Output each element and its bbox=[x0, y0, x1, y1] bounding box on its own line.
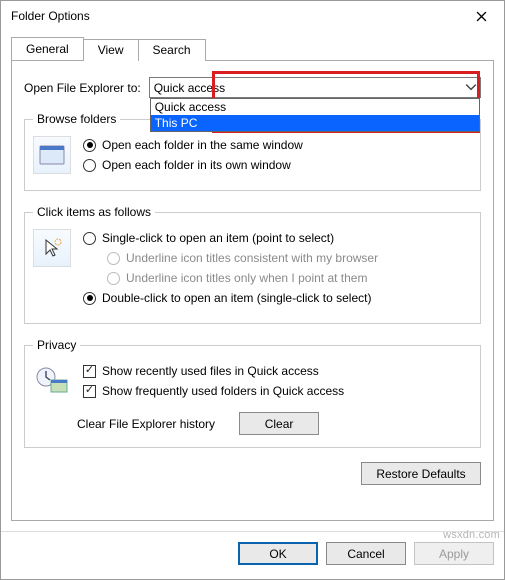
clear-button[interactable]: Clear bbox=[239, 412, 319, 435]
radio-single-click[interactable] bbox=[83, 232, 96, 245]
open-explorer-dropdown: Quick access This PC bbox=[150, 98, 480, 132]
radio-same-window-label: Open each folder in the same window bbox=[102, 138, 303, 152]
titlebar: Folder Options bbox=[1, 1, 504, 31]
group-click-items: Click items as follows Single-click to o… bbox=[24, 205, 481, 324]
radio-own-window-label: Open each folder in its own window bbox=[102, 158, 291, 172]
window-title: Folder Options bbox=[11, 9, 459, 23]
restore-defaults-button[interactable]: Restore Defaults bbox=[361, 462, 481, 485]
check-frequent-folders-label: Show frequently used folders in Quick ac… bbox=[102, 384, 344, 398]
dialog-buttons: OK Cancel Apply bbox=[1, 531, 504, 575]
tab-strip: General View Search bbox=[11, 37, 494, 61]
clear-history-label: Clear File Explorer history bbox=[77, 417, 215, 431]
radio-own-window[interactable] bbox=[83, 159, 96, 172]
radio-same-window[interactable] bbox=[83, 139, 96, 152]
radio-underline-browser bbox=[107, 252, 120, 265]
apply-button[interactable]: Apply bbox=[414, 542, 494, 565]
radio-double-click[interactable] bbox=[83, 292, 96, 305]
group-privacy: Privacy Show recently used files in Quic… bbox=[24, 338, 481, 448]
radio-underline-browser-label: Underline icon titles consistent with my… bbox=[126, 251, 378, 265]
radio-single-click-label: Single-click to open an item (point to s… bbox=[102, 231, 334, 245]
dialog-content: General View Search Open File Explorer t… bbox=[1, 31, 504, 531]
close-icon bbox=[476, 11, 487, 22]
radio-double-click-label: Double-click to open an item (single-cli… bbox=[102, 291, 371, 305]
folder-window-icon bbox=[33, 136, 71, 174]
dropdown-option-this-pc[interactable]: This PC bbox=[151, 115, 479, 131]
group-privacy-legend: Privacy bbox=[33, 338, 80, 352]
tab-pane-general: Open File Explorer to: Quick access Quic… bbox=[11, 61, 494, 521]
cursor-click-icon bbox=[33, 229, 71, 267]
tab-search[interactable]: Search bbox=[138, 39, 206, 61]
privacy-icon bbox=[33, 362, 71, 400]
group-click-legend: Click items as follows bbox=[33, 205, 155, 219]
tab-view[interactable]: View bbox=[83, 39, 139, 61]
watermark: wsxdn.com bbox=[443, 529, 500, 541]
dropdown-option-quick-access[interactable]: Quick access bbox=[151, 99, 479, 115]
open-explorer-value: Quick access bbox=[154, 81, 225, 95]
check-frequent-folders[interactable] bbox=[83, 385, 96, 398]
tab-general[interactable]: General bbox=[11, 37, 84, 60]
check-recent-files[interactable] bbox=[83, 365, 96, 378]
open-explorer-combo[interactable]: Quick access Quick access This PC bbox=[149, 77, 481, 98]
radio-underline-point-label: Underline icon titles only when I point … bbox=[126, 271, 367, 285]
chevron-down-icon bbox=[465, 81, 477, 93]
ok-button[interactable]: OK bbox=[238, 542, 318, 565]
radio-underline-point bbox=[107, 272, 120, 285]
open-explorer-label: Open File Explorer to: bbox=[24, 81, 141, 95]
check-recent-files-label: Show recently used files in Quick access bbox=[102, 364, 319, 378]
cancel-button[interactable]: Cancel bbox=[326, 542, 406, 565]
group-browse-legend: Browse folders bbox=[33, 112, 120, 126]
close-button[interactable] bbox=[459, 1, 504, 31]
